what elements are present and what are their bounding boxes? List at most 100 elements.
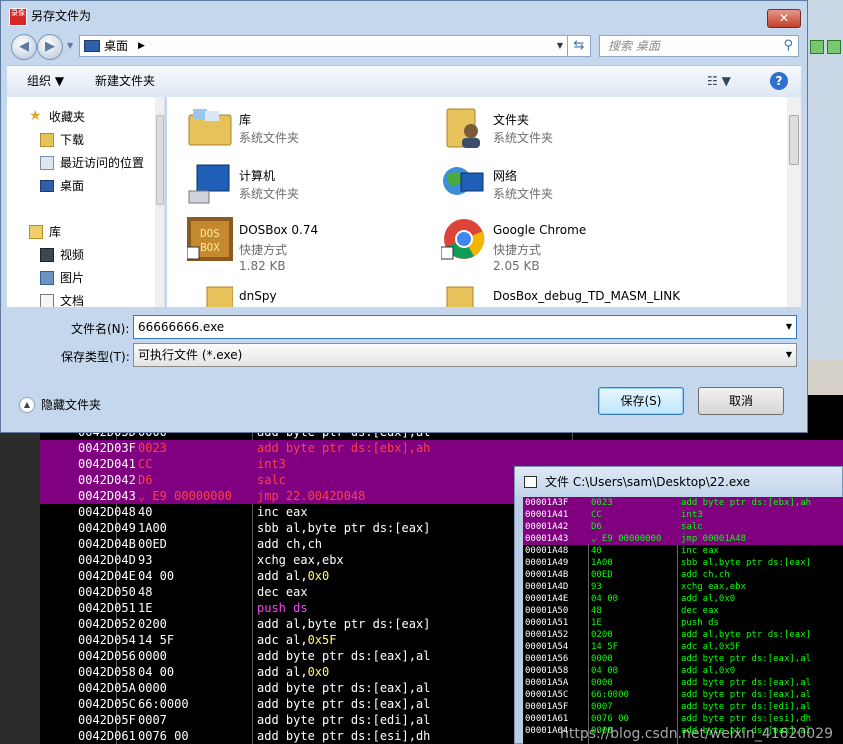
item-name: 文件夹 (493, 113, 530, 127)
chevron-down-icon[interactable]: ▼ (786, 344, 792, 366)
back-button[interactable]: ◀ (11, 34, 37, 60)
file-row[interactable]: 00001A4E 04 00 add al,0x0 (523, 593, 843, 605)
star-icon: ★ (29, 108, 42, 124)
file-row[interactable]: 00001A61 0076 00 add byte ptr ds:[esi],dh (523, 713, 843, 725)
forward-button[interactable]: ▶ (37, 34, 63, 60)
search-input[interactable]: 搜索 桌面 ⚲ (599, 35, 799, 57)
list-item[interactable]: 文件夹 系统文件夹 (421, 101, 671, 153)
row-offset: 00001A61 (525, 714, 569, 724)
chevron-up-icon: ▲ (19, 397, 35, 413)
file-row[interactable]: 00001A43 ⌄ E9 00000000 jmp 00001A48 (523, 533, 843, 545)
toolbar-grid-icon[interactable] (827, 40, 841, 54)
list-item[interactable]: Google Chrome 快捷方式 2.05 KB (421, 213, 671, 273)
row-bytes: 04 00 (138, 665, 175, 679)
breadcrumb-desktop[interactable]: 桌面 (104, 36, 128, 56)
row-instruction: add byte ptr ds:[esi],dh (681, 714, 812, 724)
organize-menu[interactable]: 组织 ▼ (27, 66, 64, 96)
file-row[interactable]: 00001A41 CC int3 (523, 509, 843, 521)
chevron-down-icon[interactable]: ▼ (786, 316, 792, 338)
list-item[interactable]: dnSpy (167, 279, 417, 307)
list-item[interactable]: 网络 系统文件夹 (421, 157, 671, 209)
file-row[interactable]: 00001A48 40 inc eax (523, 545, 843, 557)
navigation-pane[interactable]: ★ 收藏夹 下载 最近访问的位置 桌面 库 视频 图片 文档 (7, 97, 165, 307)
chevron-down-icon[interactable]: ▼ (557, 36, 563, 56)
filetype-select[interactable]: 可执行文件 (*.exe) ▼ (133, 343, 797, 367)
item-type: 快捷方式 (493, 243, 542, 257)
file-disassembly-pane[interactable]: 00001A3F 0023 add byte ptr ds:[ebx],ah 0000… (523, 497, 843, 744)
row-instruction: push ds (681, 618, 719, 628)
row-instruction: sbb al,byte ptr ds:[eax] (257, 520, 430, 536)
row-address: 0042D051 (78, 601, 136, 615)
file-row[interactable]: 00001A42 D6 salc (523, 521, 843, 533)
file-row[interactable]: 00001A4D 93 xchg eax,ebx (523, 581, 843, 593)
network-icon (443, 167, 484, 195)
scroll-thumb[interactable] (789, 115, 799, 165)
file-row[interactable]: 00001A50 48 dec eax (523, 605, 843, 617)
row-bytes: 1A00 (591, 558, 613, 568)
instruction-token: salc (257, 473, 286, 487)
address-bar[interactable]: 桌面 ▶ ▼ (79, 35, 568, 57)
file-row[interactable]: 00001A5A 0000 add byte ptr ds:[eax],al (523, 677, 843, 689)
library-icon (29, 225, 43, 239)
file-row[interactable]: 00001A5C 66:0000 add byte ptr ds:[eax],al (523, 689, 843, 701)
row-bytes: ⌄ E9 00000000 (591, 534, 662, 544)
row-bytes: D6 (591, 522, 602, 532)
row-address: 0042D049 (78, 521, 136, 535)
list-item[interactable]: 计算机 系统文件夹 (167, 157, 417, 209)
content-scrollbar[interactable] (787, 97, 801, 307)
row-instruction: inc eax (681, 546, 719, 556)
disassembly-row[interactable]: 0042D03F 0023 add byte ptr ds:[ebx],ah (40, 440, 843, 456)
row-bytes: D6 (138, 473, 153, 487)
dialog-title-bar: 录像 另存文件为 (1, 1, 807, 31)
file-row[interactable]: 00001A51 1E push ds (523, 617, 843, 629)
breadcrumb-arrow-icon[interactable]: ▶ (138, 36, 145, 56)
row-offset: 00001A5A (525, 678, 569, 688)
item-name: DosBox_debug_TD_MASM_LINK (493, 289, 681, 303)
recent-pages-dropdown[interactable]: ▼ (67, 41, 73, 50)
search-icon[interactable]: ⚲ (783, 36, 793, 56)
filename-input[interactable]: 66666666.exe ▼ (133, 315, 797, 339)
file-window-title-text: 文件 C:\Users\sam\Desktop\22.exe (545, 475, 751, 489)
list-item[interactable]: 库 系统文件夹 (167, 101, 417, 153)
file-row[interactable]: 00001A49 1A00 sbb al,byte ptr ds:[eax] (523, 557, 843, 569)
new-folder-button[interactable]: 新建文件夹 (95, 66, 155, 96)
row-bytes: 1E (591, 618, 602, 628)
close-button[interactable]: ✕ (767, 9, 801, 28)
row-bytes: 93 (591, 582, 602, 592)
row-offset: 00001A42 (525, 522, 569, 532)
scroll-thumb[interactable] (156, 115, 164, 205)
row-instruction: add ch,ch (681, 570, 730, 580)
file-row[interactable]: 00001A3F 0023 add byte ptr ds:[ebx],ah (523, 497, 843, 509)
recent-places-icon (40, 156, 54, 170)
file-row[interactable]: 00001A58 04 00 add al,0x0 (523, 665, 843, 677)
hide-folders-toggle[interactable]: ▲ 隐藏文件夹 (19, 395, 101, 415)
nav-scrollbar[interactable] (155, 97, 164, 307)
file-list[interactable]: 库 系统文件夹 文件夹 系统文件夹 计算机 系统文件夹 网络 系统文件夹 DOS… (167, 97, 801, 307)
row-instruction: dec eax (257, 584, 308, 600)
view-options-button[interactable]: ☷ ▼ (707, 66, 731, 96)
file-row[interactable]: 00001A52 0200 add al,byte ptr ds:[eax] (523, 629, 843, 641)
help-icon[interactable]: ? (770, 72, 788, 90)
row-bytes: 48 (138, 585, 153, 599)
row-bytes: 1A00 (138, 521, 167, 535)
row-address: 0042D03F (78, 441, 136, 455)
row-instruction: dec eax (681, 606, 719, 616)
file-row[interactable]: 00001A56 0000 add byte ptr ds:[eax],al (523, 653, 843, 665)
save-as-dialog[interactable]: 录像 另存文件为 ✕ ◀ ▶ ▼ 桌面 ▶ ▼ ⇆ 搜索 桌面 ⚲ 组织 ▼ 新… (0, 0, 808, 433)
cancel-button[interactable]: 取消 (698, 387, 784, 415)
save-button[interactable]: 保存(S) (598, 387, 684, 415)
list-item[interactable]: DOS BOX DOSBox 0.74 快捷方式 1.82 KB (167, 213, 417, 273)
file-row[interactable]: 00001A54 14 5F adc al,0x5F (523, 641, 843, 653)
instruction-token: 0x5F (307, 633, 337, 647)
dosbox-icon: DOSBOX (187, 217, 233, 261)
nav-label: 桌面 (60, 179, 85, 193)
row-address: 0042D052 (78, 617, 136, 631)
file-view-window[interactable]: 文件 C:\Users\sam\Desktop\22.exe 00001A3F 0… (514, 466, 843, 744)
toolbar-refresh-icon[interactable] (810, 40, 824, 54)
item-size: 1.82 KB (239, 259, 286, 273)
file-row[interactable]: 00001A4B 00ED add ch,ch (523, 569, 843, 581)
refresh-button[interactable]: ⇆ (567, 35, 591, 57)
file-row[interactable]: 00001A5F 0007 add byte ptr ds:[edi],al (523, 701, 843, 713)
row-bytes: 0023 (591, 498, 613, 508)
list-item[interactable]: DosBox_debug_TD_MASM_LINK _EDIT (421, 279, 680, 307)
